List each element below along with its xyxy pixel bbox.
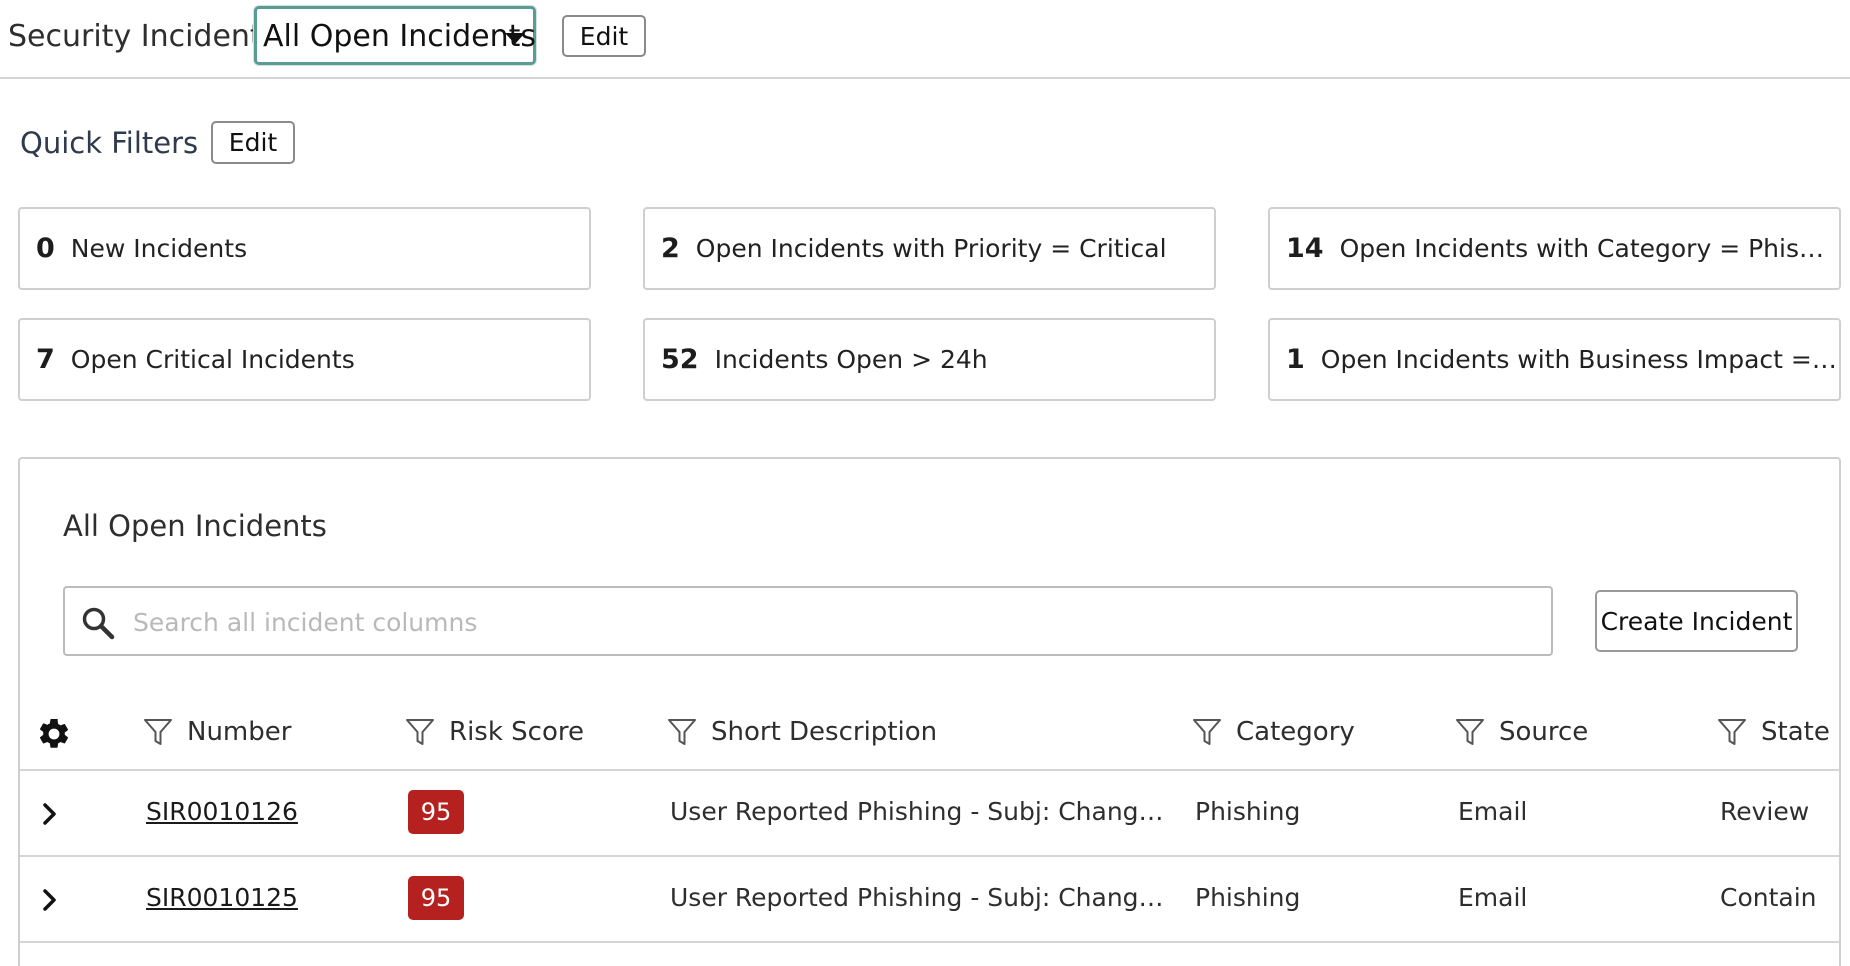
column-header-risk-score[interactable]: Risk Score <box>405 714 584 750</box>
column-header-number[interactable]: Number <box>143 714 291 750</box>
header-bar: Security Incidents/ All Open Incidents E… <box>0 0 1850 79</box>
view-select[interactable]: All Open Incidents <box>254 6 536 65</box>
edit-quick-filters-button[interactable]: Edit <box>211 121 295 164</box>
quick-filter-count: 2 <box>661 233 680 264</box>
search-box[interactable] <box>63 586 1553 656</box>
risk-score-badge: 95 <box>408 790 464 834</box>
column-label: Short Description <box>711 717 938 747</box>
column-header-state[interactable]: State <box>1717 714 1830 750</box>
chevron-right-icon[interactable] <box>40 887 60 917</box>
state-cell: Review <box>1720 797 1810 826</box>
quick-filter-label: Open Incidents with Priority = Critical <box>695 234 1167 263</box>
source-cell: Email <box>1458 883 1528 912</box>
filter-icon[interactable] <box>1192 717 1222 747</box>
source-cell: Email <box>1458 797 1528 826</box>
gear-icon[interactable] <box>36 716 72 756</box>
column-label: Source <box>1499 717 1589 747</box>
incidents-title: All Open Incidents <box>63 509 327 543</box>
view-select-value: All Open Incidents <box>263 19 536 54</box>
incident-number-link[interactable]: SIR0010126 <box>146 797 298 826</box>
quick-filter-label: New Incidents <box>70 234 248 263</box>
incidents-panel: All Open Incidents Create Incident Numbe… <box>18 457 1841 966</box>
category-cell: Phishing <box>1195 883 1301 912</box>
quick-filter-label: Incidents Open > 24h <box>714 345 988 374</box>
column-header-source[interactable]: Source <box>1455 714 1588 750</box>
quick-filters-title: Quick Filters <box>20 126 199 160</box>
state-cell: Contain <box>1720 883 1817 912</box>
quick-filter-count: 14 <box>1286 233 1324 264</box>
quick-filter-label: Open Incidents with Business Impact = Cr… <box>1320 345 1839 374</box>
quick-filter-card[interactable]: 2 Open Incidents with Priority = Critica… <box>643 207 1216 290</box>
quick-filter-card[interactable]: 7 Open Critical Incidents <box>18 318 591 401</box>
quick-filter-card[interactable]: 52 Incidents Open > 24h <box>643 318 1216 401</box>
edit-view-button[interactable]: Edit <box>562 15 646 57</box>
caret-down-icon <box>505 33 525 44</box>
search-input[interactable] <box>133 598 1533 646</box>
column-label: Risk Score <box>449 717 584 747</box>
filter-icon[interactable] <box>1717 717 1747 747</box>
breadcrumb[interactable]: Security Incidents/ <box>8 19 287 54</box>
short-description: User Reported Phishing - Subj: Change Yo… <box>670 883 1175 912</box>
column-label: Category <box>1236 717 1355 747</box>
column-label: Number <box>187 717 292 747</box>
quick-filter-card[interactable]: 14 Open Incidents with Category = Phishi… <box>1268 207 1841 290</box>
quick-filter-count: 1 <box>1286 344 1305 375</box>
quick-filter-count: 0 <box>36 233 55 264</box>
search-icon <box>81 606 115 644</box>
risk-score-badge: 95 <box>408 876 464 920</box>
filter-icon[interactable] <box>143 717 173 747</box>
quick-filter-count: 7 <box>36 344 55 375</box>
table-header: Number Risk Score Short Description Cate… <box>20 694 1839 771</box>
table-row[interactable]: SIR0010126 95 User Reported Phishing - S… <box>20 771 1839 857</box>
filter-icon[interactable] <box>405 717 435 747</box>
filter-icon[interactable] <box>667 717 697 747</box>
chevron-right-icon[interactable] <box>40 801 60 831</box>
incident-number-link[interactable]: SIR0010125 <box>146 883 298 912</box>
column-header-short-description[interactable]: Short Description <box>667 714 937 750</box>
quick-filter-card[interactable]: 0 New Incidents <box>18 207 591 290</box>
quick-filter-count: 52 <box>661 344 699 375</box>
quick-filter-label: Open Critical Incidents <box>70 345 355 374</box>
table-row[interactable]: SIR0010125 95 User Reported Phishing - S… <box>20 857 1839 943</box>
category-cell: Phishing <box>1195 797 1301 826</box>
filter-icon[interactable] <box>1455 717 1485 747</box>
quick-filter-label: Open Incidents with Category = Phishing <box>1339 234 1839 263</box>
create-incident-button[interactable]: Create Incident <box>1595 590 1798 652</box>
quick-filter-card[interactable]: 1 Open Incidents with Business Impact = … <box>1268 318 1841 401</box>
column-label: State <box>1761 717 1830 747</box>
column-header-category[interactable]: Category <box>1192 714 1355 750</box>
short-description: User Reported Phishing - Subj: Change Yo… <box>670 797 1175 826</box>
